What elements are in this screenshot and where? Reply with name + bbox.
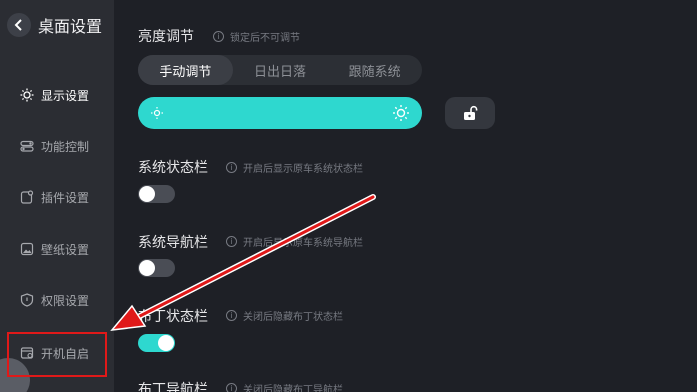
sidebar-item-label: 壁纸设置 — [41, 242, 90, 257]
shield-icon — [20, 293, 34, 307]
brightness-mode-selector: 手动调节 日出日落 跟随系统 — [138, 55, 422, 85]
sidebar-item-wallpaper[interactable]: 壁纸设置 — [0, 229, 114, 269]
sidebar-item-label: 功能控制 — [41, 139, 90, 154]
toggle-system-nav-bar[interactable] — [138, 259, 175, 277]
sidebar-item-plugin[interactable]: 插件设置 — [0, 177, 114, 217]
brightness-title: 亮度调节 — [138, 29, 194, 45]
setting-hint: i 关闭后隐藏布丁导航栏 — [226, 381, 343, 392]
setting-hint: i 开启后显示原车系统状态栏 — [226, 160, 363, 175]
hint-text: 开启后显示原车系统导航栏 — [243, 238, 363, 249]
sun-large-icon — [393, 105, 409, 121]
info-icon: i — [226, 162, 237, 173]
toggle-knob — [158, 335, 174, 351]
hint-text: 锁定后不可调节 — [230, 33, 300, 44]
sidebar-item-display[interactable]: 显示设置 — [0, 75, 114, 115]
lock-button[interactable] — [445, 97, 495, 129]
sidebar-item-label: 插件设置 — [41, 190, 90, 205]
sidebar-item-function[interactable]: 功能控制 — [0, 126, 114, 166]
sidebar-item-permission[interactable]: 权限设置 — [0, 280, 114, 320]
info-icon: i — [226, 236, 237, 247]
page-title: 桌面设置 — [38, 17, 103, 36]
toggle-system-status-bar[interactable] — [138, 185, 175, 203]
back-button[interactable] — [7, 13, 31, 37]
info-icon: i — [226, 383, 237, 392]
mode-manual[interactable]: 手动调节 — [138, 55, 233, 85]
toggle-icon — [20, 140, 34, 152]
highlight-box — [7, 332, 107, 377]
info-icon: i — [213, 31, 224, 42]
setting-hint: i 开启后显示原车系统导航栏 — [226, 234, 363, 249]
image-icon — [20, 242, 34, 256]
mode-sunrise-sunset[interactable]: 日出日落 — [233, 55, 328, 85]
setting-title: 系统状态栏 — [138, 160, 208, 176]
hint-text: 开启后显示原车系统状态栏 — [243, 164, 363, 175]
setting-title: 系统导航栏 — [138, 235, 208, 251]
mode-follow-system[interactable]: 跟随系统 — [327, 55, 422, 85]
setting-hint: i 关闭后隐藏布丁状态栏 — [226, 308, 343, 323]
info-icon: i — [226, 310, 237, 321]
setting-title: 布丁状态栏 — [138, 309, 208, 325]
sun-icon — [20, 88, 34, 102]
sidebar-item-label: 权限设置 — [41, 293, 90, 308]
brightness-hint: i 锁定后不可调节 — [213, 29, 300, 44]
unlock-icon — [464, 105, 478, 120]
hint-text: 关闭后隐藏布丁导航栏 — [243, 385, 343, 392]
back-icon — [14, 19, 22, 31]
setting-title: 布丁导航栏 — [138, 382, 208, 392]
brightness-slider[interactable] — [138, 97, 422, 129]
plugin-icon — [20, 190, 34, 204]
toggle-knob — [139, 260, 155, 276]
sun-small-icon — [151, 107, 163, 119]
toggle-knob — [139, 186, 155, 202]
header: 桌面设置 — [7, 13, 102, 37]
toggle-pudding-status-bar[interactable] — [138, 334, 175, 352]
hint-text: 关闭后隐藏布丁状态栏 — [243, 312, 343, 323]
sidebar-item-label: 显示设置 — [41, 88, 90, 103]
